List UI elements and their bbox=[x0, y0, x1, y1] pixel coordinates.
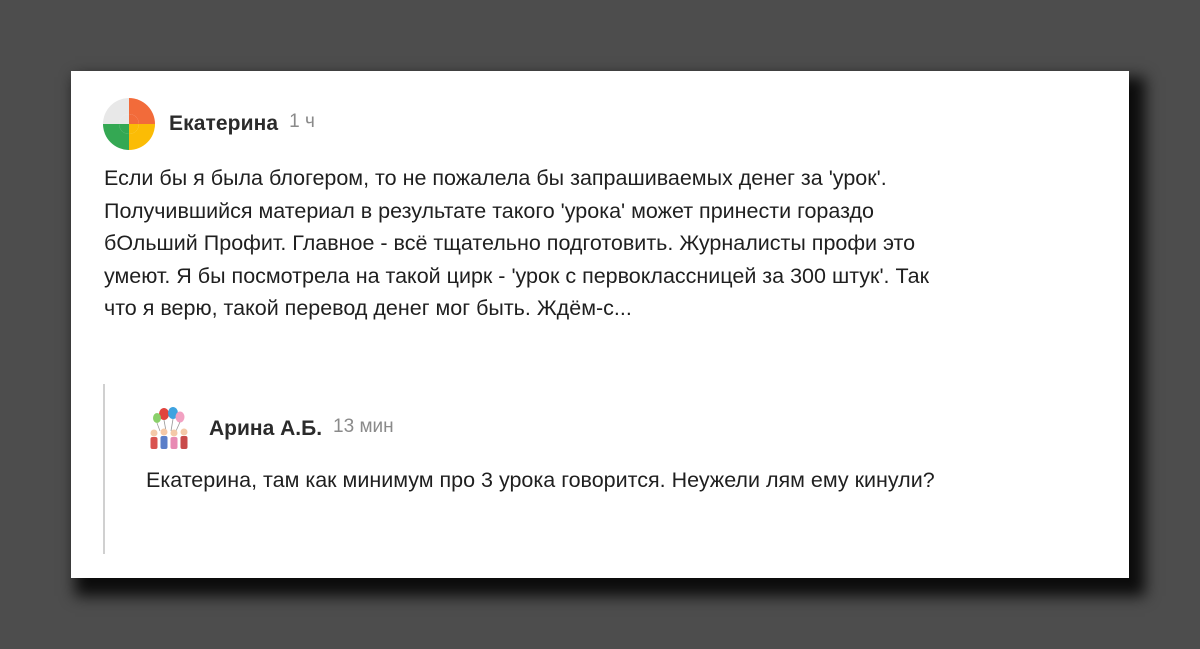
reply-author[interactable]: Арина А.Б. bbox=[209, 417, 322, 441]
comment-line: бОльший Профит. Главное - всё тщательно … bbox=[104, 231, 916, 255]
comment-line: умеют. Я бы посмотрела на такой цирк - '… bbox=[104, 263, 930, 288]
comment-timestamp: 1 ч bbox=[289, 111, 315, 132]
reply-thread-line bbox=[103, 384, 105, 554]
comment-line: Получившийся материал в результате таког… bbox=[104, 198, 874, 223]
four-color-pinwheel-icon bbox=[103, 98, 155, 150]
comment-header: Екатерина 1 ч bbox=[103, 98, 315, 150]
reply-header: Арина А.Б. 13 мин bbox=[146, 405, 394, 453]
comment-body: Если бы я была блогером, то не пожалела … bbox=[104, 162, 1114, 325]
reply-timestamp: 13 мин bbox=[333, 416, 394, 437]
comment-line: Если бы я была блогером, то не пожалела … bbox=[104, 166, 887, 190]
screenshot-stage: Екатерина 1 ч Если бы я была блогером, т… bbox=[0, 0, 1200, 649]
reply-avatar[interactable] bbox=[146, 405, 194, 453]
comment-card: Екатерина 1 ч Если бы я была блогером, т… bbox=[71, 71, 1129, 578]
people-with-balloons-icon bbox=[146, 405, 194, 453]
comment-line: что я верю, такой перевод денег мог быть… bbox=[104, 296, 632, 320]
comment-author[interactable]: Екатерина bbox=[169, 112, 278, 136]
avatar[interactable] bbox=[103, 98, 155, 150]
reply-body: Екатерина, там как минимум про 3 урока г… bbox=[146, 468, 935, 492]
